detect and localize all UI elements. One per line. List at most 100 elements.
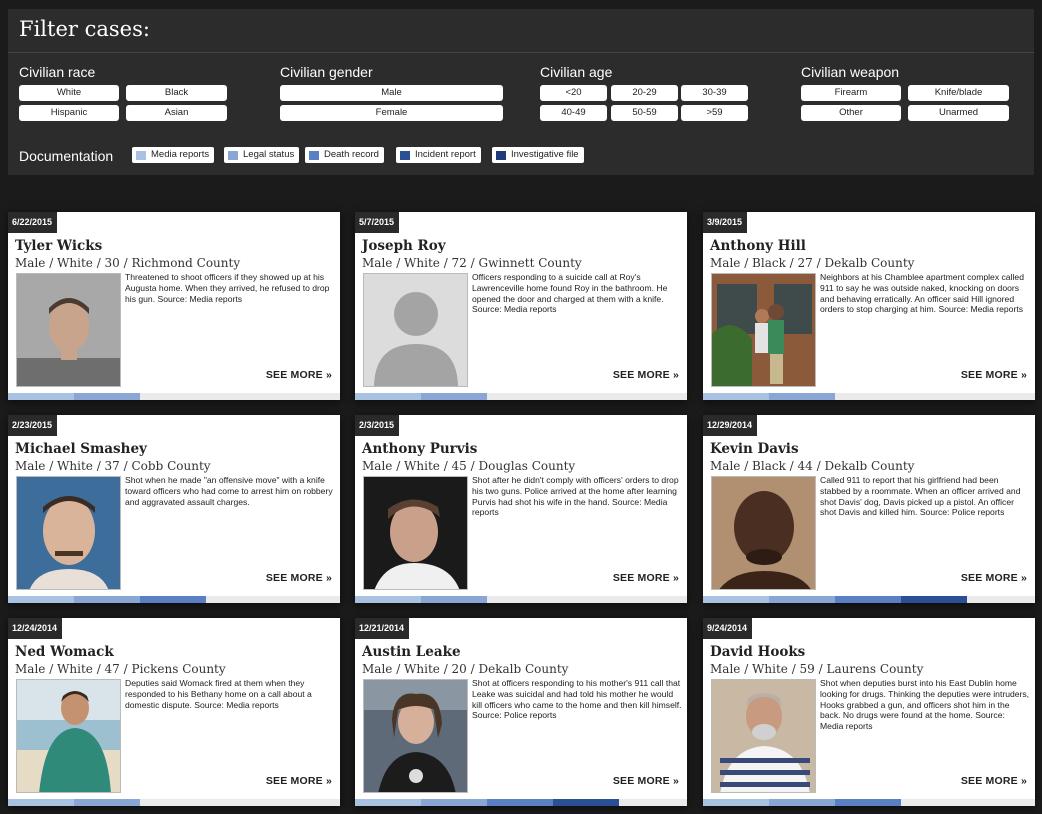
case-name: Anthony Purvis	[362, 441, 478, 457]
doc-segment	[769, 393, 835, 400]
filter-race-hispanic[interactable]: Hispanic	[19, 105, 119, 121]
case-date: 12/24/2014	[8, 618, 63, 639]
case-description: Shot after he didn't comply with officer…	[472, 475, 679, 518]
case-card[interactable]: 2/23/2015 Michael Smashey Male / White /…	[8, 415, 340, 603]
swatch	[228, 150, 238, 160]
filter-race-black[interactable]: Black	[126, 85, 227, 101]
case-card[interactable]: 9/24/2014 David Hooks Male / White / 59 …	[703, 618, 1035, 806]
case-date: 6/22/2015	[8, 212, 58, 233]
case-description: Threatened to shoot officers if they sho…	[125, 272, 330, 304]
case-card[interactable]: 12/21/2014 Austin Leake Male / White / 2…	[355, 618, 687, 806]
documentation-bar	[8, 799, 340, 806]
documentation-bar	[703, 393, 1035, 400]
case-description: Called 911 to report that his girlfriend…	[820, 475, 1021, 518]
case-date: 5/7/2015	[355, 212, 400, 233]
documentation-bar	[355, 799, 687, 806]
case-photo	[711, 273, 816, 387]
filter-weapon-firearm[interactable]: Firearm	[801, 85, 901, 101]
case-card[interactable]: 3/9/2015 Anthony Hill Male / Black / 27 …	[703, 212, 1035, 400]
filter-age-under20[interactable]: <20	[540, 85, 607, 101]
case-photo	[711, 679, 816, 793]
documentation-bar	[355, 596, 687, 603]
filter-title: Filter cases:	[19, 17, 150, 41]
case-card[interactable]: 6/22/2015 Tyler Wicks Male / White / 30 …	[8, 212, 340, 400]
filter-age-50-59[interactable]: 50-59	[611, 105, 678, 121]
documentation-bar	[8, 393, 340, 400]
doc-segment	[901, 596, 967, 603]
doc-segment	[74, 596, 140, 603]
case-description: Officers responding to a suicide call at…	[472, 272, 668, 315]
case-name: Tyler Wicks	[15, 238, 103, 254]
filter-race-white[interactable]: White	[19, 85, 119, 101]
case-date: 2/3/2015	[355, 415, 400, 436]
filter-gender-male[interactable]: Male	[280, 85, 503, 101]
doc-segment	[74, 393, 140, 400]
case-meta: Male / Black / 44 / Dekalb County	[710, 459, 915, 473]
doc-media-reports[interactable]: Media reports	[132, 147, 215, 163]
doc-segment	[703, 596, 769, 603]
case-name: Austin Leake	[362, 644, 461, 660]
legend-label: Legal status	[243, 149, 295, 160]
see-more-link[interactable]: SEE MORE »	[961, 775, 1027, 787]
legend-label: Investigative file	[511, 149, 579, 160]
filter-age-40-49[interactable]: 40-49	[540, 105, 607, 121]
divider	[8, 52, 1034, 53]
documentation-bar	[8, 596, 340, 603]
gender-label: Civilian gender	[280, 64, 373, 80]
doc-segment	[703, 799, 769, 806]
case-meta: Male / Black / 27 / Dekalb County	[710, 256, 915, 270]
doc-incident-report[interactable]: Incident report	[396, 147, 481, 163]
swatch	[136, 150, 146, 160]
doc-segment	[769, 799, 835, 806]
doc-segment	[8, 596, 74, 603]
case-photo	[16, 476, 121, 590]
doc-segment	[140, 596, 206, 603]
doc-segment	[835, 799, 901, 806]
case-name: Joseph Roy	[362, 238, 446, 254]
doc-segment	[355, 799, 421, 806]
case-meta: Male / White / 20 / Dekalb County	[362, 662, 569, 676]
filter-age-20-29[interactable]: 20-29	[611, 85, 678, 101]
see-more-link[interactable]: SEE MORE »	[266, 369, 332, 381]
swatch	[309, 150, 319, 160]
doc-legal-status[interactable]: Legal status	[224, 147, 300, 163]
documentation-bar	[703, 596, 1035, 603]
doc-investigative-file[interactable]: Investigative file	[492, 147, 584, 163]
case-description: Neighbors at his Chamblee apartment comp…	[820, 272, 1024, 315]
filter-weapon-knife[interactable]: Knife/blade	[908, 85, 1009, 101]
doc-segment	[769, 596, 835, 603]
see-more-link[interactable]: SEE MORE »	[266, 775, 332, 787]
case-card[interactable]: 12/29/2014 Kevin Davis Male / Black / 44…	[703, 415, 1035, 603]
case-card[interactable]: 12/24/2014 Ned Womack Male / White / 47 …	[8, 618, 340, 806]
case-name: David Hooks	[710, 644, 806, 660]
case-meta: Male / White / 45 / Douglas County	[362, 459, 576, 473]
filter-age-over59[interactable]: >59	[681, 105, 748, 121]
see-more-link[interactable]: SEE MORE »	[266, 572, 332, 584]
case-photo	[16, 273, 121, 387]
filter-weapon-unarmed[interactable]: Unarmed	[908, 105, 1009, 121]
see-more-link[interactable]: SEE MORE »	[613, 775, 679, 787]
legend-label: Death record	[324, 149, 379, 160]
swatch	[496, 150, 506, 160]
see-more-link[interactable]: SEE MORE »	[961, 572, 1027, 584]
case-meta: Male / White / 72 / Gwinnett County	[362, 256, 582, 270]
filter-race-asian[interactable]: Asian	[126, 105, 227, 121]
case-meta: Male / White / 59 / Laurens County	[710, 662, 924, 676]
filter-weapon-other[interactable]: Other	[801, 105, 901, 121]
case-date: 9/24/2014	[703, 618, 753, 639]
doc-segment	[355, 393, 421, 400]
case-date: 12/29/2014	[703, 415, 758, 436]
see-more-link[interactable]: SEE MORE »	[613, 369, 679, 381]
filter-panel: Filter cases: Civilian race White Black …	[8, 9, 1034, 175]
see-more-link[interactable]: SEE MORE »	[613, 572, 679, 584]
filter-age-30-39[interactable]: 30-39	[681, 85, 748, 101]
swatch	[400, 150, 410, 160]
case-card[interactable]: 2/3/2015 Anthony Purvis Male / White / 4…	[355, 415, 687, 603]
see-more-link[interactable]: SEE MORE »	[961, 369, 1027, 381]
case-description: Shot when he made "an offensive move" wi…	[125, 475, 333, 507]
doc-segment	[835, 596, 901, 603]
case-description: Shot when deputies burst into his East D…	[820, 678, 1030, 732]
doc-death-record[interactable]: Death record	[305, 147, 384, 163]
case-card[interactable]: 5/7/2015 Joseph Roy Male / White / 72 / …	[355, 212, 687, 400]
filter-gender-female[interactable]: Female	[280, 105, 503, 121]
